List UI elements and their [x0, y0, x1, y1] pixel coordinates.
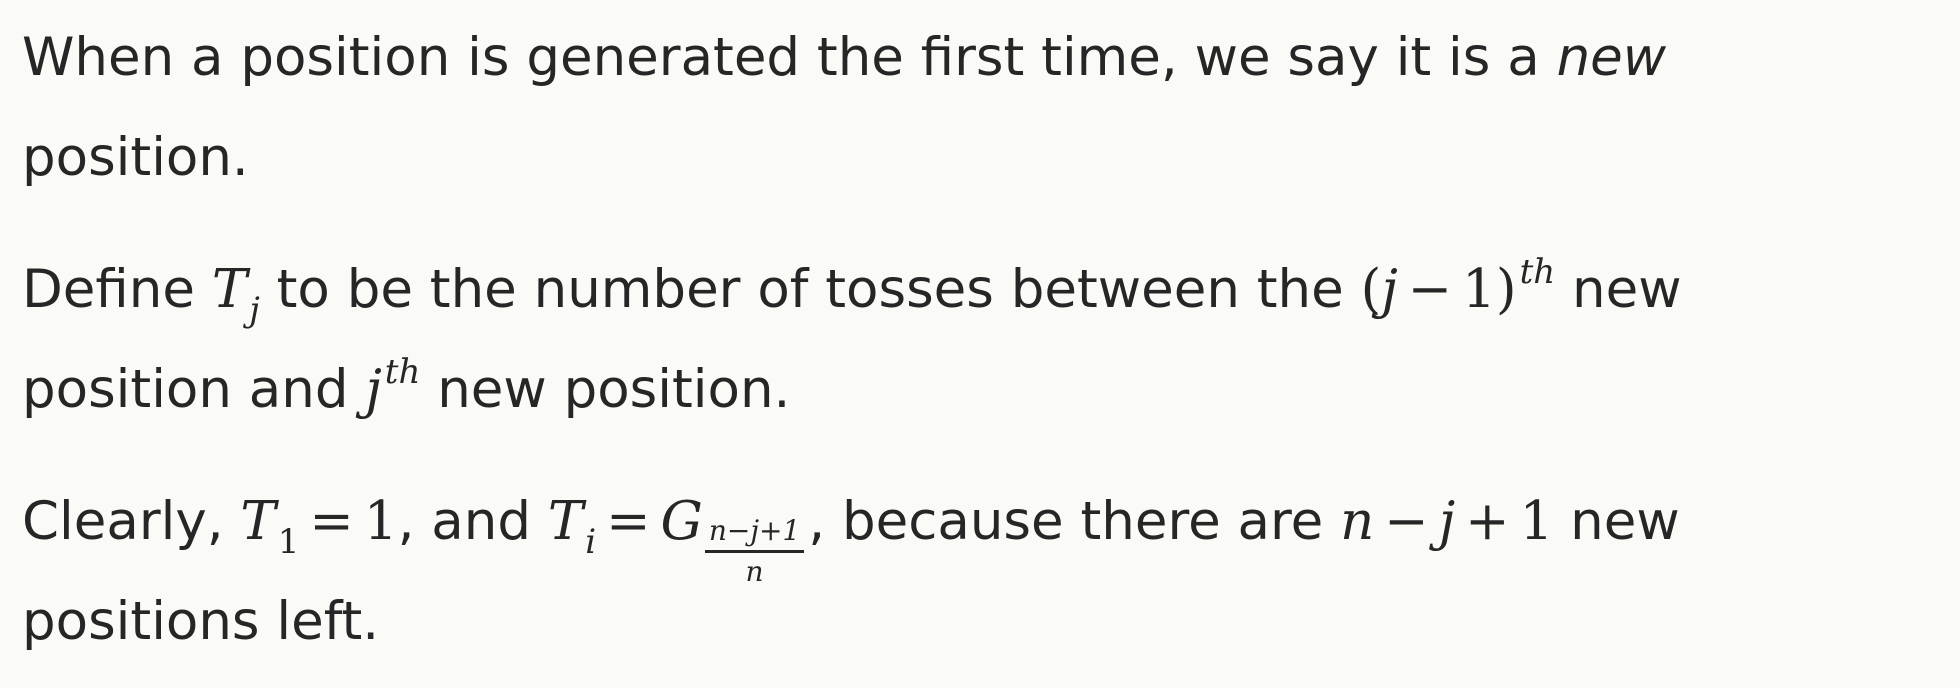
math-number: 1	[1462, 259, 1496, 320]
math-variable: T	[240, 491, 276, 552]
math-subscript: i	[585, 522, 597, 562]
math-variable: j	[1381, 259, 1398, 320]
math-variable: n	[1340, 491, 1375, 552]
math-paren: )	[1495, 259, 1517, 320]
paragraph-define-tj: Define Tj to be the number of tosses bet…	[22, 240, 1942, 440]
math-n-minus-j-plus-1: n − j +1	[1340, 491, 1553, 552]
text: new position.	[437, 359, 791, 420]
slide: When a position is generated the first t…	[0, 0, 1960, 688]
math-variable: T	[211, 259, 248, 320]
math-variable: j	[365, 359, 382, 420]
math-variable: G	[660, 491, 703, 552]
fraction-numerator: n−j+1	[704, 514, 805, 553]
text: Clearly,	[22, 491, 224, 552]
text: position and	[22, 359, 349, 420]
text: positions left.	[22, 591, 380, 652]
text: position.	[22, 127, 249, 188]
paragraph-line: positions left.	[22, 572, 1942, 672]
math-j-minus-1-th: (j −1)th	[1360, 252, 1556, 320]
math-ti-equals-g: Ti = Gn−j+1 n	[547, 491, 808, 588]
math-paren: (	[1360, 259, 1382, 320]
math-number: 1	[363, 491, 398, 552]
text: to be the number of tosses between the	[276, 259, 1344, 320]
paragraph-line: Define Tj to be the number of tosses bet…	[22, 240, 1942, 340]
text: new	[1570, 491, 1680, 552]
math-subscript: 1	[277, 522, 300, 562]
math-variable: j	[1438, 491, 1456, 552]
paragraph-line: Clearly, T1 = 1, and Ti = Gn−j+1 n, because t…	[22, 472, 1942, 588]
math-superscript: th	[384, 352, 421, 392]
math-superscript: th	[1519, 252, 1556, 292]
text: , and	[397, 491, 531, 552]
fraction-denominator: n	[745, 555, 764, 588]
paragraph-t1-ti-claim: Clearly, T1 = 1, and Ti = Gn−j+1 n, because t…	[22, 472, 1942, 672]
math-tj: Tj	[211, 259, 260, 330]
math-number: 1	[1519, 491, 1554, 552]
paragraph-line: position and jth new position.	[22, 340, 1942, 440]
emphasized-term: new	[1556, 27, 1667, 88]
math-j-th: jth	[365, 352, 420, 420]
text: When a position is generated the first t…	[22, 27, 1540, 88]
paragraph-line: position.	[22, 108, 1942, 208]
text: Define	[22, 259, 196, 320]
paragraph-line: When a position is generated the first t…	[22, 8, 1942, 108]
text: , because there are	[808, 491, 1324, 552]
math-operator: +	[1465, 491, 1510, 552]
paragraph-new-position-definition: When a position is generated the first t…	[22, 8, 1942, 208]
math-operator: =	[606, 491, 651, 552]
math-operator: −	[1384, 491, 1429, 552]
math-t1-equals-1: T1 = 1	[240, 491, 398, 562]
math-fraction-subscript: n−j+1 n	[704, 514, 805, 589]
math-operator: −	[1407, 259, 1453, 320]
math-variable: T	[547, 491, 584, 552]
text: new	[1572, 259, 1682, 320]
math-operator: =	[309, 491, 354, 552]
math-subscript: j	[249, 290, 260, 330]
